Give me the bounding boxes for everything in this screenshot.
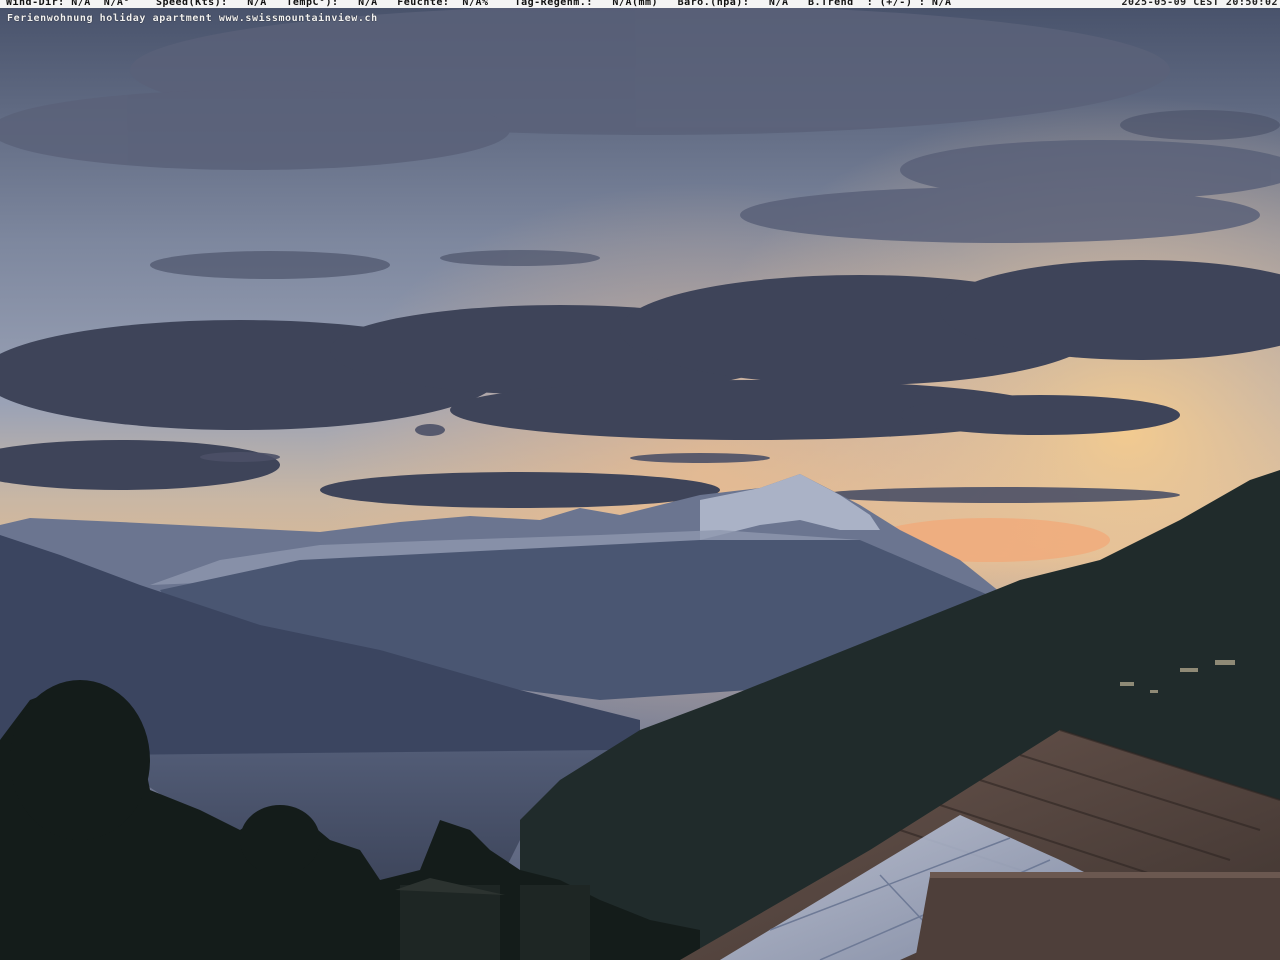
weather-readout: Wind-Dir: N/A N/A° Speed(Kts): N/A TempC… (6, 0, 952, 8)
village-houses (395, 878, 590, 960)
roof-front (915, 872, 1280, 960)
website-caption: Ferienwohnung holiday apartment www.swis… (7, 13, 378, 24)
webcam-landscape-image (0, 0, 1280, 960)
roof-front-edge (930, 872, 1280, 878)
timestamp: 2025-05-09 CEST 20:50:02 (1121, 0, 1278, 8)
